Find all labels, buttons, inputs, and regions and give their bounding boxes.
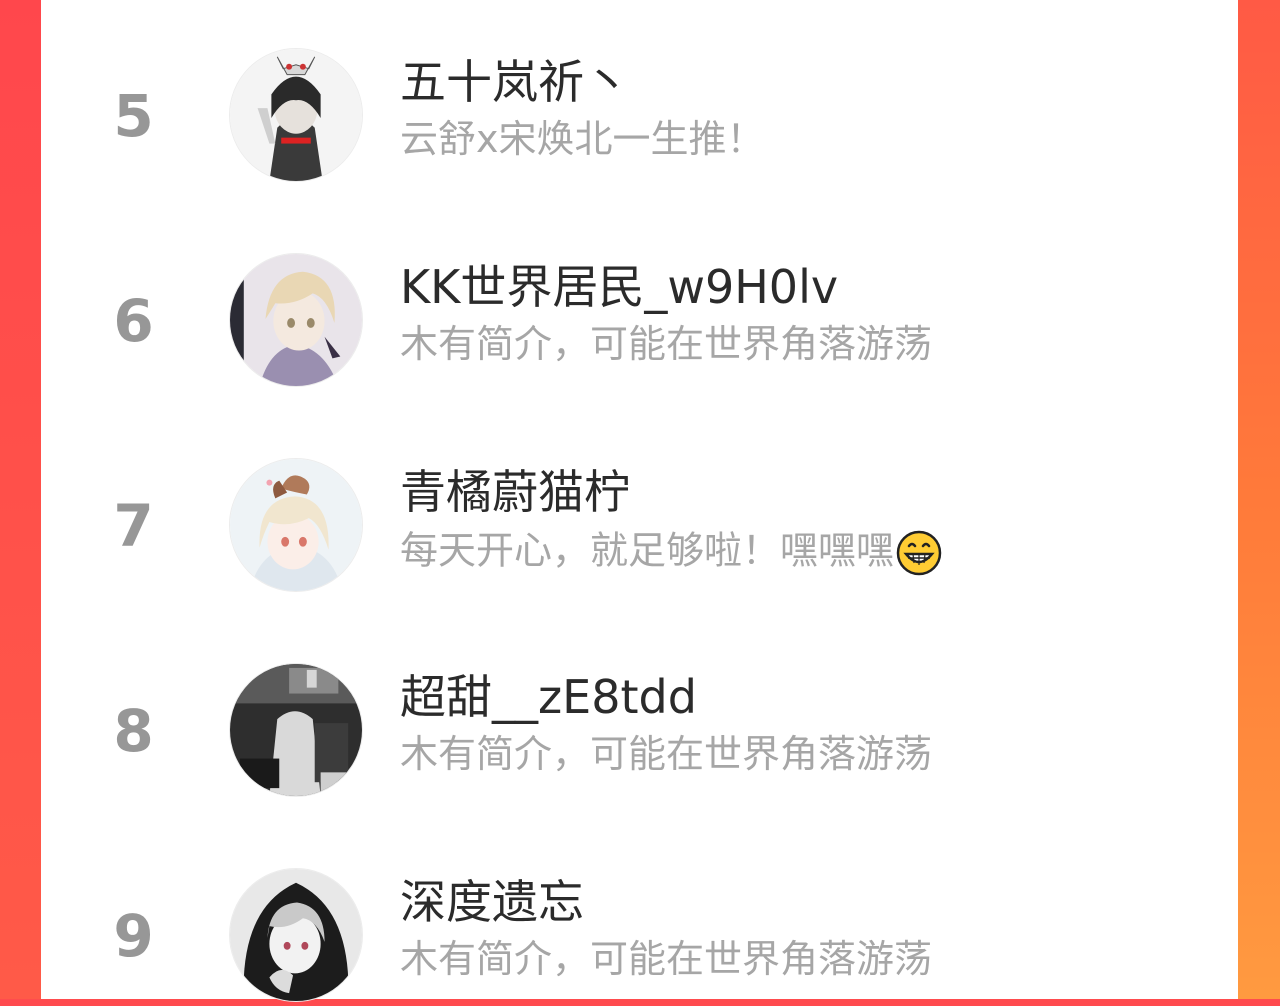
username[interactable]: 五十岚祈丶 <box>400 59 630 105</box>
avatar-dark-photo-icon[interactable] <box>229 663 363 797</box>
username[interactable]: KK世界居民_w9H0lv <box>400 264 838 310</box>
rank-number: 8 <box>113 697 154 765</box>
ranking-row-8[interactable]: 8 超甜__zE8tdd 木有简介，可能在世界角落游荡 <box>41 661 1238 801</box>
grinning-face-emoji-icon <box>896 530 942 576</box>
ranking-row-9[interactable]: 9 深度遗忘 木有简介，可能在世界角落游荡 <box>41 866 1238 1006</box>
user-bio: 每天开心，就足够啦！嘿嘿嘿 <box>400 530 942 576</box>
background-left-strip <box>0 0 41 999</box>
username[interactable]: 深度遗忘 <box>400 879 584 925</box>
rank-number: 6 <box>113 287 154 355</box>
user-bio: 木有简介，可能在世界角落游荡 <box>400 322 933 366</box>
ranking-row-5[interactable]: 5 五十岚祈丶 云舒x宋焕北一生推！ <box>41 46 1238 186</box>
rank-number: 9 <box>113 902 154 970</box>
user-bio: 木有简介，可能在世界角落游荡 <box>400 937 933 981</box>
user-bio: 云舒x宋焕北一生推！ <box>400 117 765 161</box>
rank-number: 7 <box>113 492 154 560</box>
avatar-anime-hooded-character-icon[interactable] <box>229 868 363 1002</box>
rank-number: 5 <box>113 82 154 150</box>
background-right-strip <box>1238 0 1280 999</box>
ranking-row-6[interactable]: 6 KK世界居民_w9H0lv 木有简介，可能在世界角落游荡 <box>41 251 1238 391</box>
username[interactable]: 青橘蔚猫柠 <box>400 469 630 515</box>
user-bio-text: 每天开心，就足够啦！嘿嘿嘿 <box>400 528 895 573</box>
ranking-row-7[interactable]: 7 青橘蔚猫柠 每天开心，就足够啦！嘿嘿嘿 <box>41 456 1238 596</box>
ranking-list-card: 5 五十岚祈丶 云舒x宋焕北一生推！ 6 KK世界居民_w9H0lv 木有简介，… <box>41 0 1238 1002</box>
user-bio: 木有简介，可能在世界角落游荡 <box>400 732 933 776</box>
avatar-anime-masked-character-icon[interactable] <box>229 48 363 182</box>
avatar-anime-blonde-girl-icon[interactable] <box>229 253 363 387</box>
username[interactable]: 超甜__zE8tdd <box>400 674 697 720</box>
avatar-anime-chibi-girl-icon[interactable] <box>229 458 363 592</box>
